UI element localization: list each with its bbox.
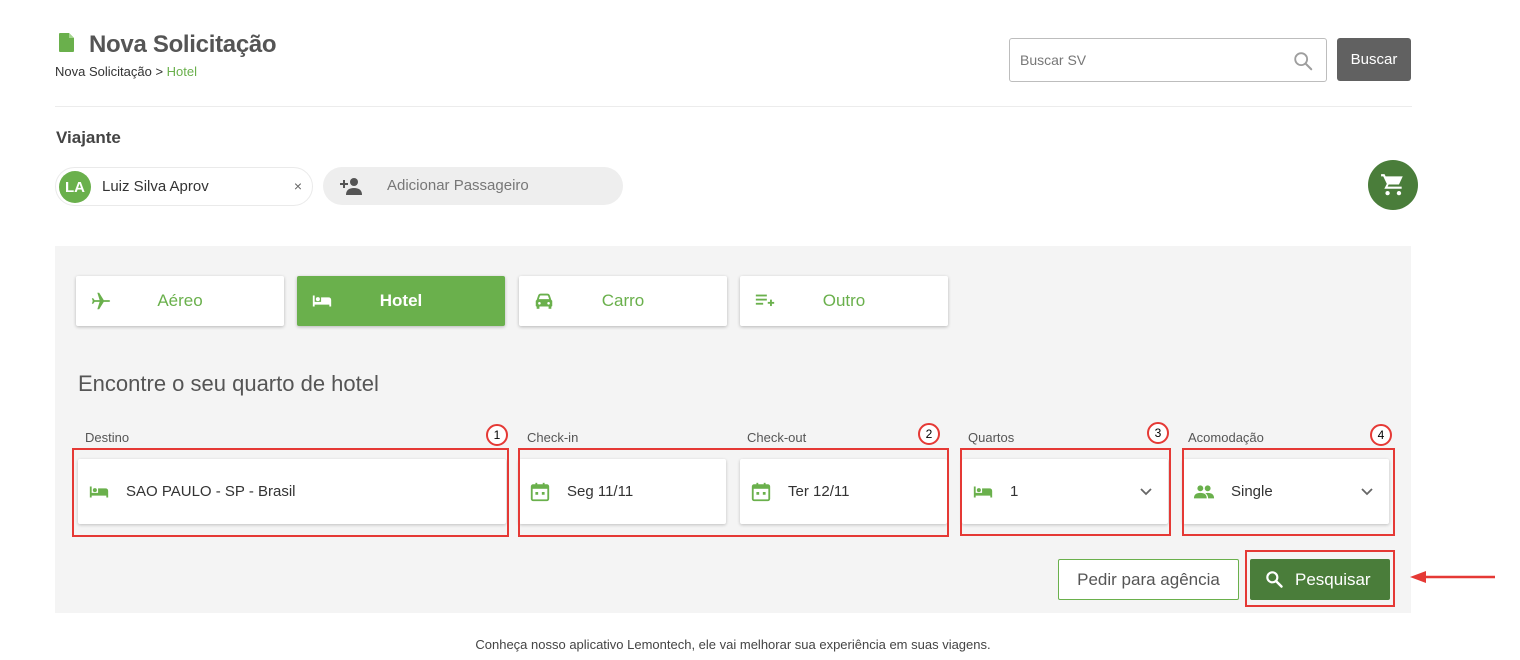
breadcrumb-separator: > xyxy=(151,64,167,79)
cart-icon xyxy=(1381,174,1403,196)
search-button[interactable]: Buscar xyxy=(1337,38,1411,81)
annotation-arrow-icon xyxy=(1410,571,1495,583)
annotation-marker-1: 1 xyxy=(486,424,508,446)
request-agency-button[interactable]: Pedir para agência xyxy=(1058,559,1239,600)
search-icon[interactable] xyxy=(1292,50,1314,72)
search-hotels-button[interactable]: Pesquisar xyxy=(1250,559,1390,600)
annotation-marker-2: 2 xyxy=(918,423,940,445)
annotation-box-acomodacao xyxy=(1182,448,1395,536)
traveller-section-label: Viajante xyxy=(56,128,121,147)
destino-label: Destino xyxy=(85,430,130,445)
tab-outro-label: Outro xyxy=(822,291,866,310)
remove-traveller-button[interactable]: × xyxy=(294,178,302,194)
annotation-box-quartos xyxy=(960,448,1171,536)
header-divider xyxy=(55,106,1412,107)
add-passenger-button[interactable]: Adicionar Passageiro xyxy=(323,167,623,205)
traveller-chip: LA Luiz Silva Aprov × xyxy=(55,167,313,206)
annotation-box-dates xyxy=(518,448,949,537)
annotation-box-destino xyxy=(72,448,509,537)
tab-aereo[interactable]: Aéreo xyxy=(76,276,284,326)
cart-button[interactable] xyxy=(1368,160,1418,210)
search-hotels-label: Pesquisar xyxy=(1295,570,1371,589)
breadcrumb-current: Hotel xyxy=(166,64,198,79)
avatar: LA xyxy=(59,171,91,203)
tab-carro-label: Carro xyxy=(601,291,645,310)
page-title: Nova Solicitação xyxy=(89,31,277,58)
tab-carro[interactable]: Carro xyxy=(519,276,727,326)
person-add-icon xyxy=(340,178,362,195)
tab-aereo-label: Aéreo xyxy=(157,291,203,310)
checkin-label: Check-in xyxy=(527,430,579,445)
document-icon xyxy=(59,33,74,52)
tab-outro[interactable]: Outro xyxy=(740,276,948,326)
breadcrumb: Nova Solicitação > Hotel xyxy=(55,64,197,79)
search-box xyxy=(1009,38,1327,82)
tab-hotel[interactable]: Hotel xyxy=(297,276,505,326)
acomodacao-label: Acomodação xyxy=(1188,430,1264,445)
traveller-name: Luiz Silva Aprov xyxy=(102,178,209,195)
add-passenger-label: Adicionar Passageiro xyxy=(387,177,529,194)
breadcrumb-parent[interactable]: Nova Solicitação xyxy=(55,64,152,79)
footer-app-promo: Conheça nosso aplicativo Lemontech, ele … xyxy=(475,637,991,652)
search-input[interactable] xyxy=(1020,49,1280,71)
quartos-label: Quartos xyxy=(968,430,1015,445)
search-icon xyxy=(1266,571,1283,588)
annotation-marker-4: 4 xyxy=(1370,424,1392,446)
checkout-label: Check-out xyxy=(747,430,807,445)
tab-hotel-label: Hotel xyxy=(379,291,423,310)
form-heading: Encontre o seu quarto de hotel xyxy=(78,371,379,396)
annotation-marker-3: 3 xyxy=(1147,422,1169,444)
